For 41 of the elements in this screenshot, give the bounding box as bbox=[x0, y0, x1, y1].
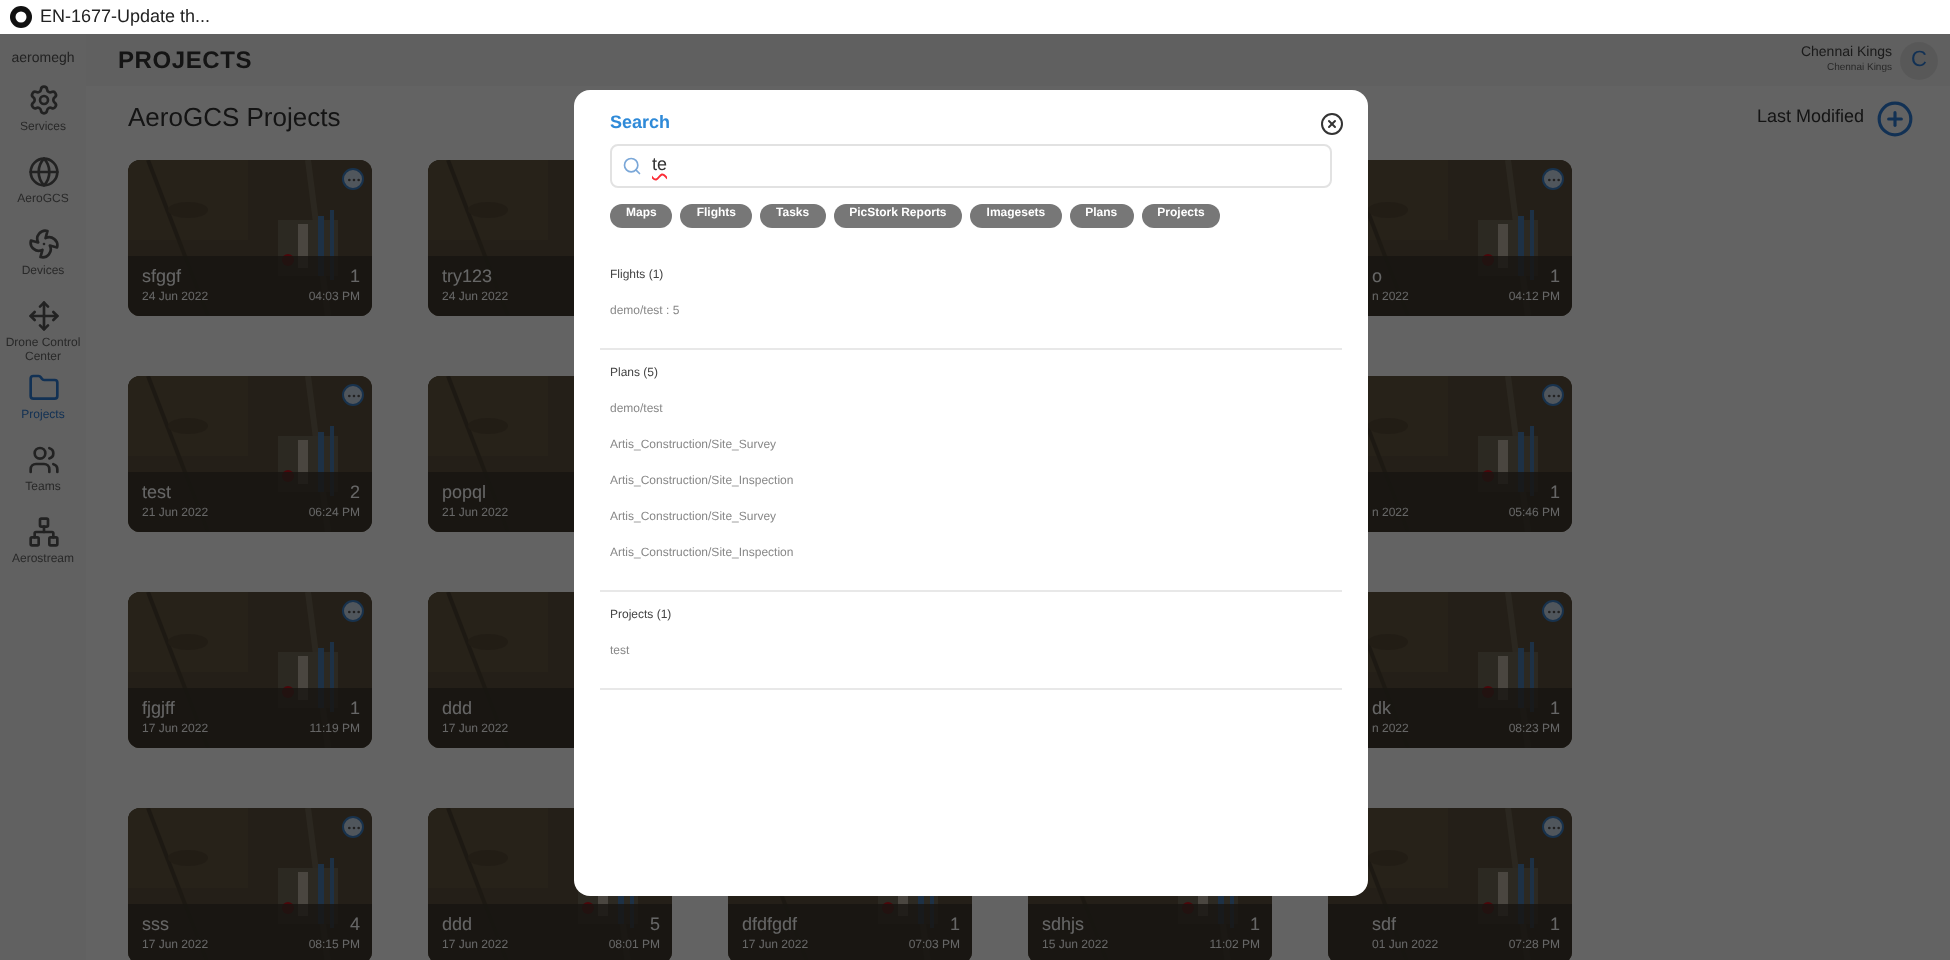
project-name: ddd bbox=[442, 914, 473, 936]
section-title: AeroGCS Projects bbox=[128, 100, 341, 137]
close-icon[interactable] bbox=[1320, 111, 1344, 136]
move-arrows-icon bbox=[27, 299, 59, 331]
search-icon bbox=[622, 155, 642, 175]
user-avatar[interactable]: C bbox=[1900, 41, 1938, 79]
project-name: sdhjs bbox=[1042, 914, 1085, 936]
network-icon bbox=[27, 515, 59, 547]
project-name: try123 bbox=[442, 266, 493, 288]
gear-icon bbox=[27, 83, 59, 115]
search-field[interactable]: te bbox=[610, 143, 1332, 187]
dialog-title: Search bbox=[610, 110, 671, 136]
people-icon bbox=[27, 443, 59, 475]
image-count: 1 bbox=[1549, 266, 1560, 288]
image-count: 1 bbox=[349, 266, 360, 288]
project-name: sss bbox=[142, 914, 169, 936]
project-name: sfggf bbox=[142, 266, 182, 288]
project-name: dfdfgdf bbox=[742, 914, 798, 936]
image-count: 5 bbox=[649, 914, 660, 936]
image-count: 1 bbox=[1549, 482, 1560, 504]
page-heading: PROJECTS bbox=[118, 44, 253, 78]
project-name: ddd bbox=[442, 698, 473, 720]
project-name: dk bbox=[1372, 698, 1392, 720]
project-name: o bbox=[1372, 266, 1383, 288]
image-count: 1 bbox=[1549, 698, 1560, 720]
image-count: 1 bbox=[1249, 914, 1260, 936]
project-name: test bbox=[142, 482, 172, 504]
project-name: popql bbox=[442, 482, 487, 504]
image-count: 1 bbox=[949, 914, 960, 936]
sort-label[interactable]: Last Modified bbox=[1756, 104, 1864, 132]
image-count: 2 bbox=[349, 482, 360, 504]
tab-title: EN-1677-Update th... bbox=[40, 3, 211, 30]
image-count: 1 bbox=[1549, 914, 1560, 936]
project-name: fjgjff bbox=[142, 698, 175, 720]
image-count: 4 bbox=[349, 914, 360, 936]
image-count: 1 bbox=[349, 698, 360, 720]
project-name: sdf bbox=[1372, 914, 1397, 936]
add-icon[interactable] bbox=[1876, 99, 1914, 137]
globe-icon bbox=[27, 155, 59, 187]
folder-icon bbox=[27, 371, 59, 403]
fan-icon bbox=[27, 227, 59, 259]
